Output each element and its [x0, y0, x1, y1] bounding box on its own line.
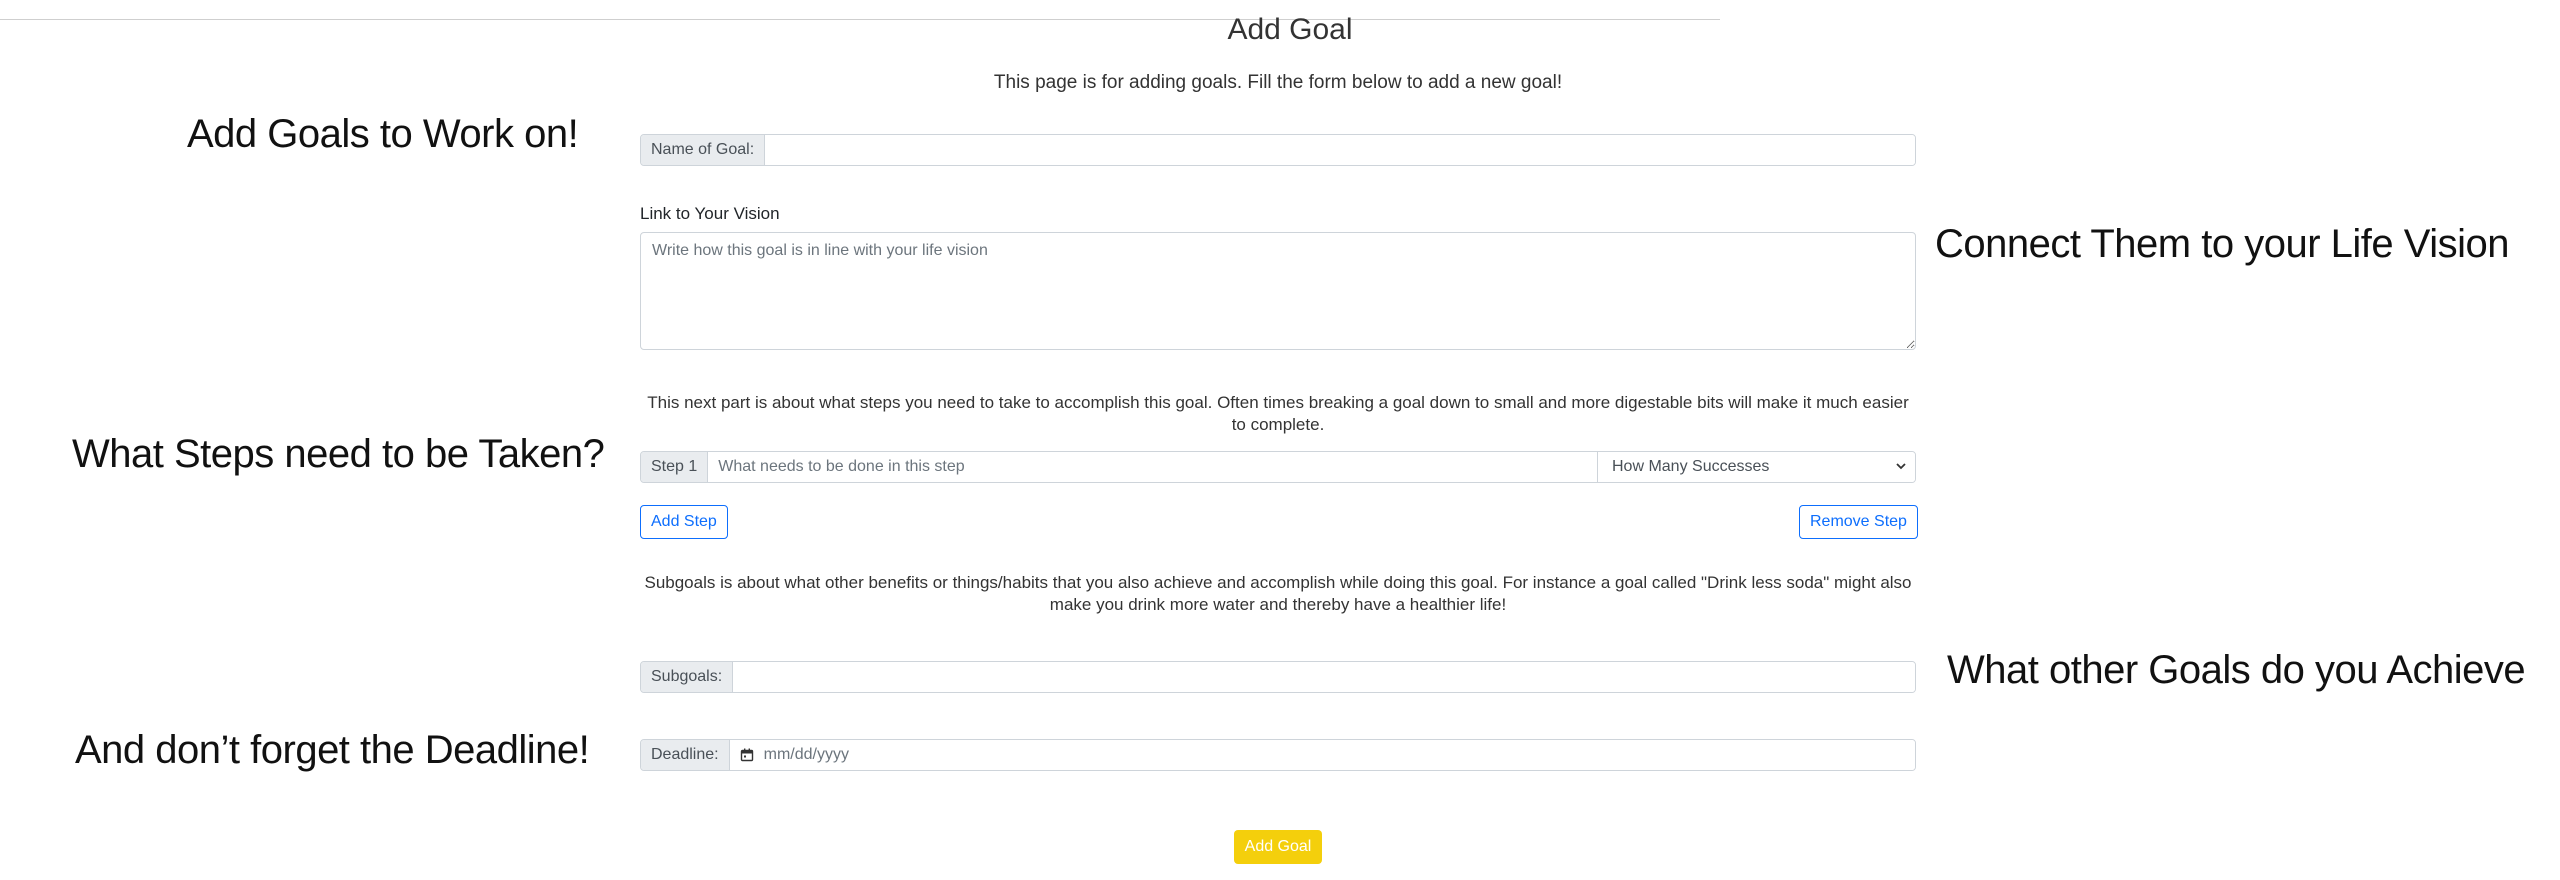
goal-name-input[interactable] [765, 135, 1915, 165]
step-row: Step 1 How Many Successes [640, 451, 1916, 483]
step-input[interactable] [708, 452, 1597, 482]
goal-name-label: Name of Goal: [641, 135, 766, 165]
add-goal-button[interactable]: Add Goal [1234, 830, 1322, 864]
subgoals-input[interactable] [733, 662, 1915, 692]
vision-label: Link to Your Vision [640, 204, 780, 223]
page-title: Add Goal [1227, 13, 1353, 46]
annotation-goals: Add Goals to Work on! [187, 112, 579, 156]
goal-name-group: Name of Goal: [640, 134, 1916, 166]
deadline-label: Deadline: [641, 740, 730, 770]
page-intro: This page is for adding goals. Fill the … [993, 72, 1563, 93]
subgoals-label: Subgoals: [641, 662, 734, 692]
successes-select[interactable]: How Many Successes [1597, 452, 1915, 482]
annotation-steps: What Steps need to be Taken? [72, 432, 605, 476]
add-step-button[interactable]: Add Step [640, 505, 728, 539]
subgoals-help-text: Subgoals is about what other benefits or… [644, 573, 1912, 614]
top-divider [0, 19, 1720, 20]
subgoals-group: Subgoals: [640, 661, 1916, 693]
annotation-subgoals: What other Goals do you Achieve [1947, 648, 2526, 692]
annotation-deadline: And don’t forget the Deadline! [75, 728, 590, 772]
vision-textarea[interactable] [640, 232, 1916, 350]
calendar-icon[interactable] [740, 748, 754, 762]
chevron-down-icon [1895, 459, 1907, 475]
deadline-input[interactable] [759, 740, 1915, 770]
step-label: Step 1 [641, 452, 709, 482]
steps-help-text: This next part is about what steps you n… [647, 393, 1909, 434]
deadline-group: Deadline: [640, 739, 1916, 771]
remove-step-button[interactable]: Remove Step [1799, 505, 1918, 539]
annotation-vision: Connect Them to your Life Vision [1935, 222, 2509, 266]
successes-select-value: How Many Successes [1612, 458, 1770, 475]
